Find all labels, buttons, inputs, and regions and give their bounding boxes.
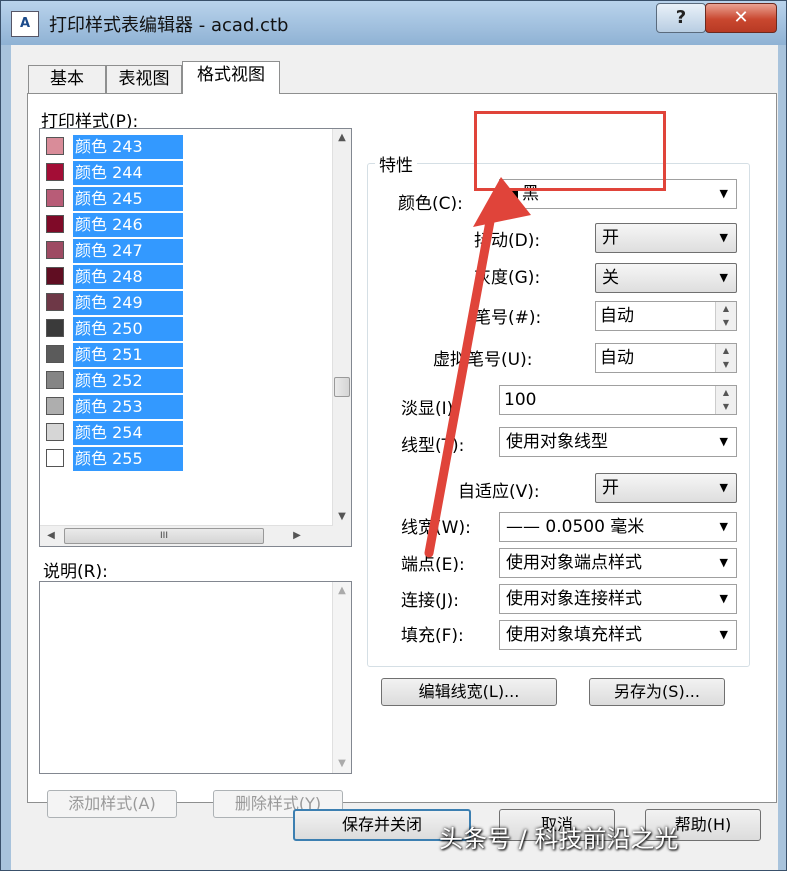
tab-form-view[interactable]: 格式视图	[182, 61, 280, 94]
annotation-arrow-icon	[424, 177, 531, 558]
plot-style-editor-window: A 打印样式表编辑器 - acad.ctb ? ✕ 基本 表视图 格式视图 打印…	[0, 0, 787, 871]
watermark-text: 头条号 / 科技前沿之光	[439, 825, 679, 853]
